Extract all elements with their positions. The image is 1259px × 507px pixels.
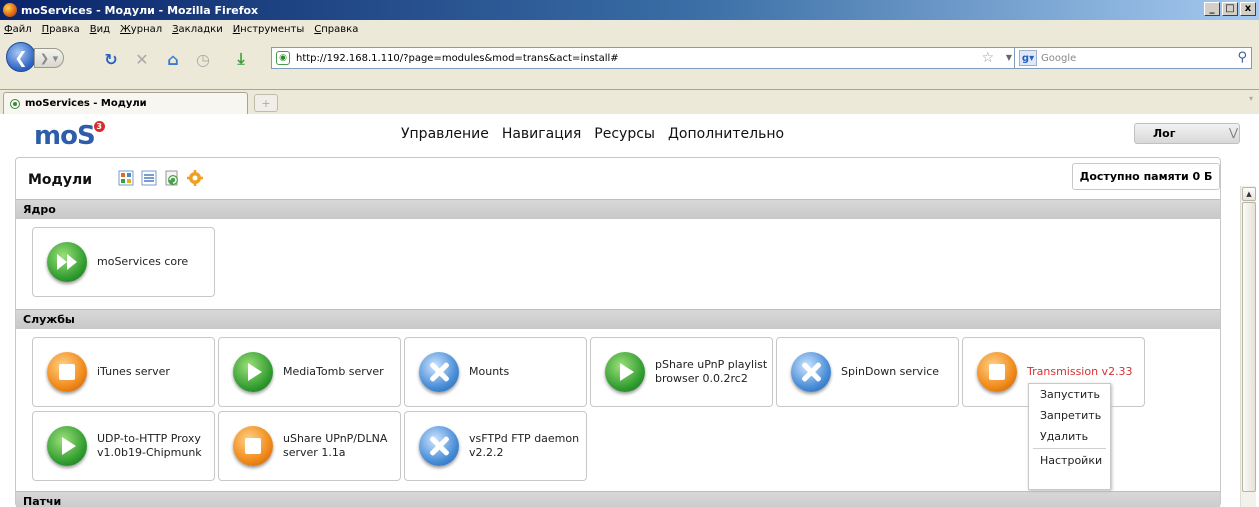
module-context-menu: Запустить Запретить Удалить Настройки <box>1028 383 1111 490</box>
module-label: moServices core <box>97 255 189 268</box>
play-icon <box>233 352 273 392</box>
window-title: moServices - Модули - Mozilla Firefox <box>21 3 259 17</box>
module-card-itunes-server[interactable]: iTunes server <box>32 337 215 407</box>
new-tab-button[interactable]: + <box>254 94 278 112</box>
module-label: uShare UPnP/DLNA server 1.1a <box>283 432 388 459</box>
scrollbar-thumb[interactable] <box>1242 202 1256 492</box>
module-card-spindown-service[interactable]: SpinDown service <box>776 337 959 407</box>
back-button[interactable]: ❮ <box>6 42 36 72</box>
stop-icon <box>233 426 273 466</box>
page-scrollbar[interactable]: ▲ <box>1240 186 1256 507</box>
app-header: moS 3 Управление Навигация Ресурсы Дополн… <box>0 115 1259 153</box>
panel-toolbar <box>118 170 203 186</box>
module-label: pShare uPnP playlist browser 0.0.2rc2 <box>655 358 768 385</box>
module-card-moservices-core[interactable]: moServices core <box>32 227 215 297</box>
panel-title: Модули <box>28 172 93 188</box>
tab-bar: moServices - Модули + ▾ <box>0 90 1259 114</box>
menu-tools[interactable]: Инструменты <box>233 24 305 35</box>
module-label: SpinDown service <box>841 365 940 378</box>
scroll-up-arrow-icon[interactable]: ▲ <box>1242 187 1256 201</box>
tab-list-icon[interactable]: ▾ <box>1249 94 1259 112</box>
download-icon[interactable]: ⤓ <box>230 48 252 70</box>
history-clock-icon[interactable]: ◷ <box>192 48 214 70</box>
memory-status: Доступно памяти 0 Б <box>1072 163 1220 190</box>
refresh-icon[interactable] <box>164 170 180 186</box>
maximize-button[interactable]: □ <box>1222 2 1238 16</box>
list-view-icon[interactable] <box>141 170 157 186</box>
module-label: vsFTPd FTP daemon v2.2.2 <box>469 432 580 459</box>
navigation-toolbar: ❮ ❯ ▾ ↻ ✕ ⌂ ◷ ⤓ ◉ http://192.168.1.110/?… <box>0 38 1259 90</box>
main-nav: Управление Навигация Ресурсы Дополнитель… <box>401 126 784 142</box>
module-card-ushare-upnp-dlna[interactable]: uShare UPnP/DLNA server 1.1a <box>218 411 401 481</box>
nav-additional[interactable]: Дополнительно <box>668 126 784 142</box>
module-card-vsftpd[interactable]: vsFTPd FTP daemon v2.2.2 <box>404 411 587 481</box>
forward-button[interactable]: ❯ ▾ <box>34 48 64 68</box>
menu-item-disable[interactable]: Запретить <box>1029 405 1110 426</box>
minimize-button[interactable]: _ <box>1204 2 1220 16</box>
menu-item-settings[interactable]: Настройки <box>1029 450 1110 471</box>
grid-view-icon[interactable] <box>118 170 134 186</box>
menu-view[interactable]: Вид <box>90 24 110 35</box>
stop-icon <box>47 352 87 392</box>
settings-gear-icon[interactable] <box>187 170 203 186</box>
site-identity-icon[interactable]: ◉ <box>276 51 290 65</box>
url-history-dropdown-icon[interactable]: ▼ <box>1006 53 1012 62</box>
module-label: MediaTomb server <box>283 365 384 378</box>
module-card-udp-to-http-proxy[interactable]: UDP-to-HTTP Proxy v1.0b19-Chipmunk <box>32 411 215 481</box>
url-bar[interactable]: ◉ http://192.168.1.110/?page=modules&mod… <box>271 47 1021 69</box>
module-label: UDP-to-HTTP Proxy v1.0b19-Chipmunk <box>97 432 202 459</box>
nav-management[interactable]: Управление <box>401 126 489 142</box>
menu-bar: Файл Правка Вид Журнал Закладки Инструме… <box>0 20 1259 38</box>
module-label: Mounts <box>469 365 510 378</box>
google-engine-icon[interactable]: g▾ <box>1019 50 1037 66</box>
menu-file[interactable]: Файл <box>4 24 32 35</box>
menu-help[interactable]: Справка <box>314 24 358 35</box>
fast-forward-icon <box>47 242 87 282</box>
logo-badge: 3 <box>93 121 105 132</box>
module-label-selected: Transmission v2.33 <box>1027 365 1133 378</box>
module-card-pshare-upnp[interactable]: pShare uPnP playlist browser 0.0.2rc2 <box>590 337 773 407</box>
play-icon <box>47 426 87 466</box>
cross-icon <box>791 352 831 392</box>
log-button[interactable]: Лог <box>1134 123 1240 144</box>
tab-favicon-icon <box>10 98 20 109</box>
menu-item-delete[interactable]: Удалить <box>1029 426 1110 447</box>
section-core-header[interactable]: Ядро <box>16 199 1220 219</box>
stop-loading-icon[interactable]: ✕ <box>131 48 153 70</box>
cross-icon <box>419 426 459 466</box>
section-services-header[interactable]: Службы <box>16 309 1220 329</box>
menu-history[interactable]: Журнал <box>120 24 162 35</box>
tab-moservices-modules[interactable]: moServices - Модули <box>3 92 248 114</box>
window-titlebar: moServices - Модули - Mozilla Firefox _ … <box>0 0 1259 20</box>
menu-bookmarks[interactable]: Закладки <box>172 24 223 35</box>
nav-resources[interactable]: Ресурсы <box>594 126 655 142</box>
menu-item-start[interactable]: Запустить <box>1029 384 1110 405</box>
module-card-mounts[interactable]: Mounts <box>404 337 587 407</box>
search-box[interactable]: g▾ Google ⚲ <box>1014 47 1252 69</box>
menu-edit[interactable]: Правка <box>42 24 80 35</box>
home-icon[interactable]: ⌂ <box>162 48 184 70</box>
stop-icon <box>977 352 1017 392</box>
search-icon[interactable]: ⚲ <box>1237 50 1247 65</box>
url-text[interactable]: http://192.168.1.110/?page=modules&mod=t… <box>296 53 619 64</box>
module-label: iTunes server <box>97 365 170 378</box>
reload-icon[interactable]: ↻ <box>100 48 122 70</box>
menu-separator <box>1033 448 1106 449</box>
firefox-icon <box>3 3 17 17</box>
search-placeholder: Google <box>1041 52 1077 64</box>
module-card-mediatomb-server[interactable]: MediaTomb server <box>218 337 401 407</box>
bookmark-star-icon[interactable]: ☆ <box>981 50 994 66</box>
play-icon <box>605 352 645 392</box>
cross-icon <box>419 352 459 392</box>
close-button[interactable]: x <box>1240 2 1256 16</box>
tab-label: moServices - Модули <box>25 98 147 109</box>
section-patches-header[interactable]: Патчи <box>16 491 1220 507</box>
mos-logo[interactable]: moS 3 <box>34 121 105 151</box>
collapse-chevron-icon[interactable]: ⋁ <box>1229 126 1245 142</box>
nav-navigation[interactable]: Навигация <box>502 126 581 142</box>
